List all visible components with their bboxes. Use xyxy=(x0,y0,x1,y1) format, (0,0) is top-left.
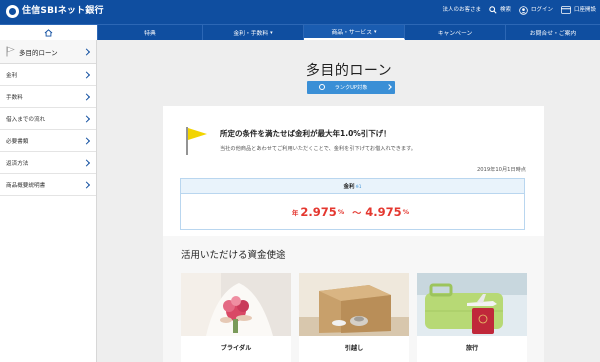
corporate-link-label: 法人のお客さま xyxy=(442,7,481,13)
rate-box: 金利 ※1 年 2.975 % ～ 4.975 % xyxy=(180,178,525,230)
open-account-link[interactable]: 口座開設 xyxy=(561,5,596,15)
usage-card-label: 旅行 xyxy=(465,345,479,352)
rate-header: 金利 ※1 xyxy=(181,179,524,194)
nav-benefits[interactable]: 特典 xyxy=(98,25,203,40)
chevron-right-icon xyxy=(82,158,91,167)
nav-home[interactable] xyxy=(0,25,98,40)
sidebar-item-label: 商品概要説明書 xyxy=(6,182,46,189)
sidebar-item-repayment[interactable]: 返済方法 xyxy=(0,152,96,174)
sidebar-item-label: 返済方法 xyxy=(6,160,29,167)
sidebar-item-required-documents[interactable]: 必要書類 xyxy=(0,130,96,152)
login-link-label: ログイン xyxy=(530,7,553,13)
chevron-down-icon: ▾ xyxy=(374,28,377,35)
chevron-right-icon xyxy=(82,136,91,145)
nav-contact-label: お問合せ・ご案内 xyxy=(529,31,577,37)
rate-label: 金利 xyxy=(343,184,355,190)
usage-title: 活用いただける資金使途 xyxy=(181,250,286,261)
search-link-label: 検索 xyxy=(499,7,511,13)
circle-icon xyxy=(319,84,325,90)
nav-rates-fees-label: 金利・手数料 xyxy=(233,31,269,37)
logo-mark-icon xyxy=(6,4,19,18)
sidebar-item-multipurpose-loan[interactable]: 多目的ローン xyxy=(0,40,96,64)
usage-card-label: 引越し xyxy=(344,345,364,352)
sidebar-item-borrowing-flow[interactable]: 借入までの流れ xyxy=(0,108,96,130)
chevron-right-icon xyxy=(386,84,392,90)
rankup-button-label: ランクUP対象 xyxy=(334,85,368,91)
rate-high: 4.975 xyxy=(365,205,402,219)
nav-contact[interactable]: お問合せ・ご案内 xyxy=(506,25,600,40)
flag-icon xyxy=(186,127,207,155)
sidebar-item-product-summary[interactable]: 商品概要説明書 xyxy=(0,174,96,196)
rate-range: 年 2.975 % ～ 4.975 % xyxy=(181,194,524,230)
card-icon xyxy=(561,6,571,14)
rate-separator: ～ xyxy=(352,208,362,219)
chevron-right-icon xyxy=(82,92,91,101)
open-account-link-label: 口座開設 xyxy=(573,7,596,13)
as-of-date: 2019年10月1日時点 xyxy=(476,167,526,173)
chevron-down-icon: ▾ xyxy=(270,29,273,36)
logo-text: 住信SBIネット銀行 xyxy=(22,6,104,16)
rankup-button[interactable]: ランクUP対象 xyxy=(307,81,395,94)
flag-icon xyxy=(6,46,15,57)
moving-image xyxy=(299,273,409,336)
sidebar-title: 多目的ローン xyxy=(19,48,58,57)
nav-rates-fees[interactable]: 金利・手数料 ▾ xyxy=(203,25,304,40)
promo-panel: 所定の条件を満たせば金利が最大年1.0%引下げ！ 当社の他商品とあわせてご利用い… xyxy=(163,106,544,236)
usage-card-moving[interactable]: 引越し xyxy=(299,273,409,362)
nav-benefits-label: 特典 xyxy=(144,31,156,37)
header-links: 法人のお客さま 検索 ログイン 口座開設 xyxy=(442,5,596,15)
chevron-right-icon xyxy=(82,114,91,123)
sidebar-item-fees[interactable]: 手数料 xyxy=(0,86,96,108)
nav-campaign[interactable]: キャンペーン xyxy=(405,25,506,40)
rate-note-mark[interactable]: ※1 xyxy=(356,184,362,189)
chevron-right-icon xyxy=(82,70,91,79)
usage-card-label: ブライダル xyxy=(220,345,252,352)
sidebar: 多目的ローン 金利 手数料 借入までの流れ 必要書類 返済方法 商品概要説明書 xyxy=(0,40,97,362)
home-icon xyxy=(44,28,53,37)
nav-products-services-label: 商品・サービス xyxy=(331,30,373,36)
sidebar-item-label: 必要書類 xyxy=(6,138,29,145)
global-nav: 特典 金利・手数料 ▾ 商品・サービス ▾ キャンペーン お問合せ・ご案内 xyxy=(0,24,600,40)
rate-unit: % xyxy=(402,208,410,216)
login-link[interactable]: ログイン xyxy=(519,5,553,15)
sidebar-item-label: 金利 xyxy=(6,72,18,79)
rate-low: 2.975 xyxy=(300,205,337,219)
usage-card-travel[interactable]: 旅行 xyxy=(417,273,527,362)
nav-products-services[interactable]: 商品・サービス ▾ xyxy=(304,25,405,40)
corporate-link[interactable]: 法人のお客さま xyxy=(442,5,481,15)
nav-campaign-label: キャンペーン xyxy=(437,31,473,37)
usage-card-bridal[interactable]: ブライダル xyxy=(181,273,291,362)
promo-text: 当社の他商品とあわせてご利用いただくことで、金利を引下げてお借入れできます。 xyxy=(220,146,416,152)
bridal-image xyxy=(181,273,291,336)
usage-section: 活用いただける資金使途 ブライダル 引越し 旅行 xyxy=(163,236,544,362)
promo-heading: 所定の条件を満たせば金利が最大年1.0%引下げ！ xyxy=(220,129,391,138)
rate-prefix: 年 xyxy=(291,209,299,217)
chevron-right-icon xyxy=(82,180,91,189)
search-link[interactable]: 検索 xyxy=(489,5,511,15)
search-icon xyxy=(489,6,497,14)
user-icon xyxy=(519,5,528,15)
sidebar-item-rates[interactable]: 金利 xyxy=(0,64,96,86)
page-title: 多目的ローン xyxy=(305,63,393,79)
rate-unit: % xyxy=(337,208,345,216)
site-header: 住信SBIネット銀行 法人のお客さま 検索 ログイン 口座開設 xyxy=(0,0,600,24)
chevron-right-icon xyxy=(82,47,91,56)
logo[interactable]: 住信SBIネット銀行 xyxy=(6,4,104,18)
travel-image xyxy=(417,273,527,336)
sidebar-item-label: 借入までの流れ xyxy=(6,116,46,123)
sidebar-item-label: 手数料 xyxy=(6,94,23,101)
